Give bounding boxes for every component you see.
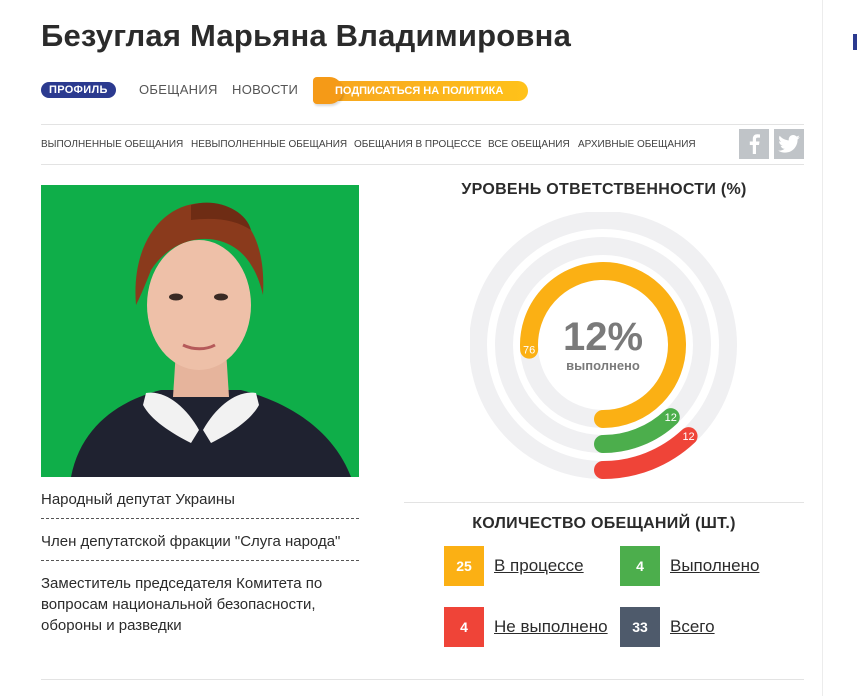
responsibility-donut-chart: 76 12 12 12% выполнено <box>470 212 737 479</box>
twitter-share-button[interactable] <box>774 129 804 159</box>
position-item: Народный депутат Украины <box>41 477 359 519</box>
subscribe-button[interactable]: Подписаться на политика <box>313 77 528 104</box>
chart-center-label: выполнено <box>566 358 640 373</box>
stat-value-badge: 33 <box>620 607 660 647</box>
filter-unfulfilled[interactable]: Невыполненные обещания <box>191 139 347 150</box>
stat-fulfilled: 4 Выполнено <box>620 546 759 586</box>
chart-center-value: 12% <box>563 315 643 359</box>
promise-count-title: Количество обещаний (шт.) <box>472 515 736 532</box>
twitter-icon <box>778 135 800 153</box>
filter-all[interactable]: Все обещания <box>488 139 570 150</box>
stat-total: 33 Всего <box>620 607 715 647</box>
stat-unfulfilled: 4 Не выполнено <box>444 607 608 647</box>
position-item: Член депутатской фракции "Слуга народа" <box>41 519 359 561</box>
portrait-image <box>41 185 359 477</box>
politician-photo <box>41 185 359 477</box>
tab-profile[interactable]: Профиль <box>41 82 116 98</box>
position-item: Заместитель председателя Комитета по воп… <box>41 575 323 634</box>
stat-unfulfilled-link[interactable]: Не выполнено <box>494 617 608 637</box>
page-title: Безуглая Марьяна Владимировна <box>41 18 572 53</box>
stat-value-badge: 25 <box>444 546 484 586</box>
tab-promises[interactable]: Обещания <box>139 82 218 97</box>
subscribe-label: Подписаться на политика <box>335 85 504 97</box>
tab-news[interactable]: Новости <box>232 82 298 97</box>
chart-arc-label: 12 <box>665 412 677 424</box>
chart-arc-label: 12 <box>682 431 694 443</box>
positions-list: Народный депутат Украины Член депутатско… <box>41 477 359 644</box>
facebook-icon <box>749 134 760 154</box>
filter-in-progress[interactable]: Обещания в процессе <box>354 139 482 150</box>
filter-fulfilled[interactable]: Выполненные обещания <box>41 139 183 150</box>
stat-in-progress: 25 В процессе <box>444 546 584 586</box>
bottom-divider <box>41 679 804 680</box>
facebook-share-button[interactable] <box>739 129 769 159</box>
stat-value-badge: 4 <box>444 607 484 647</box>
right-sidebar-clipped <box>822 0 857 696</box>
stat-fulfilled-link[interactable]: Выполнено <box>670 556 759 576</box>
sidebar-accent <box>853 34 857 50</box>
stat-in-progress-link[interactable]: В процессе <box>494 556 584 576</box>
responsibility-title: Уровень ответственности (%) <box>461 181 747 198</box>
promise-filter-bar: Выполненные обещания Невыполненные обеща… <box>41 124 804 165</box>
stat-value-badge: 4 <box>620 546 660 586</box>
stat-total-link[interactable]: Всего <box>670 617 715 637</box>
chart-arc-label: 76 <box>523 345 535 357</box>
section-divider <box>404 502 804 503</box>
filter-archive[interactable]: Архивные обещания <box>578 139 696 150</box>
